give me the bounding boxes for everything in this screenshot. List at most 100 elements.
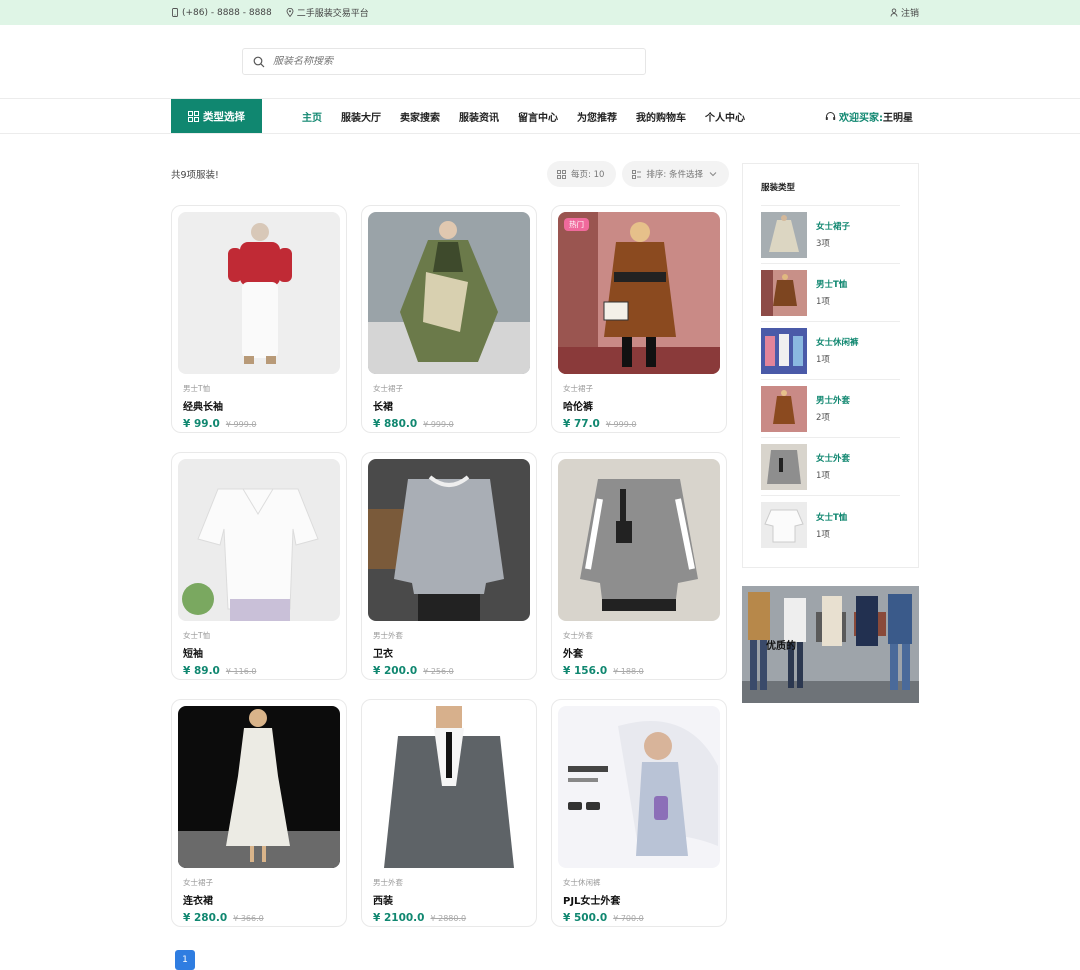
category-thumbnail <box>761 502 807 548</box>
list-controls: 每页: 10 排序: 条件选择 <box>541 161 729 187</box>
main-nav: 类型选择 主页 服装大厅 卖家搜索 服装资讯 留言中心 为您推荐 我的购物车 个… <box>0 98 1080 134</box>
product-image: 热门 <box>558 212 720 374</box>
product-name: 卫衣 <box>373 649 393 660</box>
product-name: 短袖 <box>183 649 203 660</box>
nav-seller-search[interactable]: 卖家搜索 <box>400 109 440 124</box>
nav-profile[interactable]: 个人中心 <box>705 109 745 124</box>
product-name: 长裙 <box>373 402 393 413</box>
list-icon <box>632 169 642 179</box>
product-card[interactable]: 女士裙子 长裙 ¥ 880.0 ¥ 999.0 <box>361 205 537 433</box>
product-price: ¥ 500.0 <box>563 912 608 924</box>
banner-text: 优质的 <box>766 641 796 652</box>
category-name: 男士T恤 <box>816 280 848 290</box>
product-old-price: ¥ 700.0 <box>613 914 644 923</box>
product-price: ¥ 89.0 <box>183 665 220 677</box>
nav-clothing-hall[interactable]: 服装大厅 <box>341 109 381 124</box>
product-image <box>558 706 720 868</box>
product-old-price: ¥ 116.0 <box>225 667 257 676</box>
grid-icon <box>188 110 199 122</box>
product-grid: 男士T恤 经典长袖 ¥ 99.0 ¥ 999.0 女士裙子 长裙 ¥ 880.0 ¥… <box>171 205 729 927</box>
headset-icon <box>825 111 836 120</box>
category-count: 3项 <box>816 239 830 249</box>
nav-clothing-news[interactable]: 服装资讯 <box>459 109 499 124</box>
product-category: 女士休闲裤 <box>563 878 601 887</box>
sidebar-item-mens-tshirt[interactable]: 男士T恤 1项 <box>761 264 900 322</box>
category-name: 女士T恤 <box>816 512 848 523</box>
nav-links: 主页 服装大厅 卖家搜索 服装资讯 留言中心 为您推荐 我的购物车 个人中心 <box>302 99 764 133</box>
nav-home[interactable]: 主页 <box>302 109 322 124</box>
product-old-price: ¥ 999.0 <box>605 420 637 429</box>
category-count: 2项 <box>816 413 830 423</box>
nav-message-center[interactable]: 留言中心 <box>518 109 558 124</box>
nav-cart[interactable]: 我的购物车 <box>636 109 686 124</box>
phone-number: (+86) - 8888 - 8888 <box>182 7 272 18</box>
product-old-price: ¥ 999.0 <box>225 420 257 429</box>
logout-label: 注销 <box>900 9 919 19</box>
sidebar-item-womens-tshirt[interactable]: 女士T恤 1项 <box>761 496 900 554</box>
product-price: ¥ 280.0 <box>183 912 228 924</box>
category-name: 女士外套 <box>816 454 851 464</box>
product-card[interactable]: 女士外套 外套 ¥ 156.0 ¥ 188.0 <box>551 452 727 680</box>
sidebar-item-womens-casual-pants[interactable]: 女士休闲裤 1项 <box>761 322 900 380</box>
category-thumbnail <box>761 211 807 258</box>
category-count: 1项 <box>816 529 830 540</box>
product-card[interactable]: 男士外套 卫衣 ¥ 200.0 ¥ 256.0 <box>361 452 537 680</box>
product-name: 连衣裙 <box>183 896 213 907</box>
product-category: 女士T恤 <box>183 631 211 640</box>
product-card[interactable]: 男士外套 西装 ¥ 2100.0 ¥ 2880.0 <box>361 699 537 927</box>
chevron-down-icon <box>709 172 717 177</box>
per-page-label: 每页: 10 <box>571 170 605 180</box>
product-name: 西装 <box>373 896 393 907</box>
phone-info: (+86) - 8888 - 8888 <box>171 8 272 18</box>
search-box[interactable] <box>242 48 646 75</box>
list-header: 共9项服装! 每页: 10 排序: 条件选择 <box>171 159 729 189</box>
category-select-button[interactable]: 类型选择 <box>171 99 262 133</box>
product-old-price: ¥ 188.0 <box>613 667 644 676</box>
product-image <box>368 212 530 374</box>
product-old-price: ¥ 2880.0 <box>430 914 467 923</box>
product-name: PJL女士外套 <box>563 896 621 907</box>
hot-badge: 热门 <box>564 218 589 231</box>
search-area <box>0 25 1080 98</box>
top-info-bar: (+86) - 8888 - 8888 二手服装交易平台 注销 <box>0 0 1080 25</box>
product-card[interactable]: 女士裙子 连衣裙 ¥ 280.0 ¥ 366.0 <box>171 699 347 927</box>
category-count: 1项 <box>816 297 830 307</box>
welcome-user: 欢迎买家: 王明星 <box>825 99 913 133</box>
category-count: 1项 <box>816 471 830 481</box>
product-image <box>558 459 720 621</box>
search-input[interactable] <box>273 56 613 67</box>
product-card[interactable]: 女士休闲裤 PJL女士外套 ¥ 500.0 ¥ 700.0 <box>551 699 727 927</box>
welcome-prefix: 欢迎买家: <box>839 112 883 124</box>
sidebar-item-mens-coat[interactable]: 男士外套 2项 <box>761 380 900 438</box>
product-listing: 共9项服装! 每页: 10 排序: 条件选择 男士T恤 经典长袖 ¥ 99.0 ¥… <box>171 159 729 927</box>
nav-recommend[interactable]: 为您推荐 <box>577 109 617 124</box>
product-image <box>178 459 340 621</box>
product-name: 经典长袖 <box>183 402 223 413</box>
total-count: 共9项服装! <box>171 170 219 181</box>
product-category: 男士T恤 <box>183 384 211 393</box>
product-price: ¥ 156.0 <box>563 665 608 677</box>
category-thumbnail <box>761 443 807 490</box>
sidebar-item-womens-coat[interactable]: 女士外套 1项 <box>761 438 900 496</box>
product-image <box>368 459 530 621</box>
logout-link[interactable]: 注销 <box>890 6 919 19</box>
sidebar-item-womens-dress[interactable]: 女士裙子 3项 <box>761 206 900 264</box>
promo-banner[interactable]: 优质的 <box>742 586 919 703</box>
category-thumbnail <box>761 269 807 316</box>
product-category: 男士外套 <box>373 631 403 640</box>
product-card[interactable]: 男士T恤 经典长袖 ¥ 99.0 ¥ 999.0 <box>171 205 347 433</box>
location-pin-icon <box>286 8 294 17</box>
product-card[interactable]: 女士T恤 短袖 ¥ 89.0 ¥ 116.0 <box>171 452 347 680</box>
sort-label: 排序: 条件选择 <box>646 170 703 180</box>
product-card[interactable]: 热门 女士裙子 哈伦裤 ¥ 77.0 ¥ 999.0 <box>551 205 727 433</box>
product-price: ¥ 2100.0 <box>373 912 425 924</box>
per-page-select[interactable]: 每页: 10 <box>547 161 617 187</box>
product-old-price: ¥ 366.0 <box>233 914 264 923</box>
page-button-current[interactable]: 1 <box>175 950 195 970</box>
category-sidebar: 服装类型 女士裙子 3项 男士T恤 1项 女士休闲裤 1项 男士外套 2项 女士外套 1项… <box>742 163 919 568</box>
product-name: 哈伦裤 <box>563 402 593 413</box>
product-category: 女士外套 <box>563 631 593 640</box>
sort-select[interactable]: 排序: 条件选择 <box>622 161 729 187</box>
category-name: 女士休闲裤 <box>816 338 859 348</box>
search-icon <box>253 56 265 67</box>
